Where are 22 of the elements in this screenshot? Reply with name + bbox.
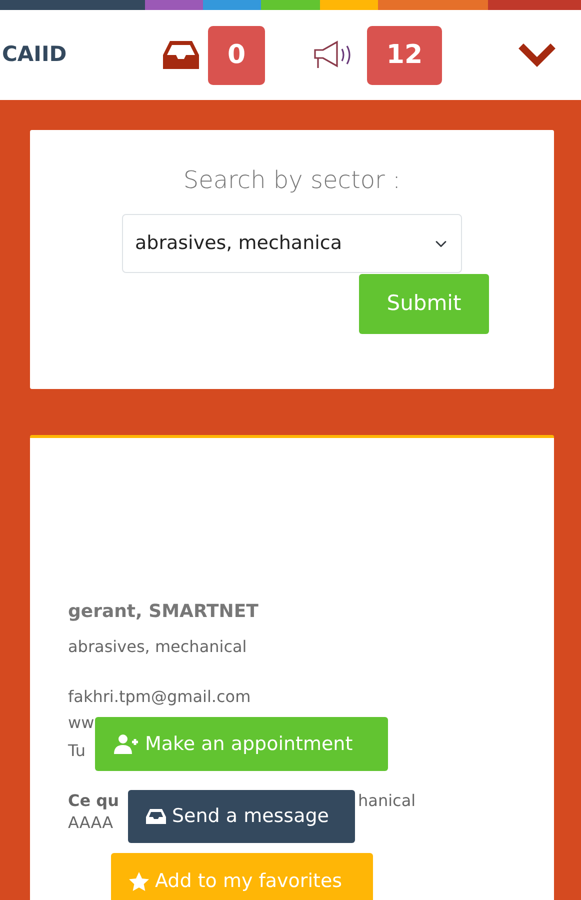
country-text: Tu xyxy=(68,741,86,760)
profile-name: gerant, SMARTNET xyxy=(68,600,260,624)
favorite-button[interactable]: Add to my favorites xyxy=(111,853,373,900)
star-icon xyxy=(129,872,149,890)
appointment-button[interactable]: Make an appointment xyxy=(95,717,388,771)
question-text: Ce qu xyxy=(68,791,120,810)
email-text: fakhri.tpm@gmail.com xyxy=(68,687,251,706)
message-button[interactable]: Send a message xyxy=(128,790,355,843)
answer-text: hanical xyxy=(358,790,416,812)
inbox-icon xyxy=(146,808,166,825)
answer-text: AAAA xyxy=(68,813,114,832)
user-plus-icon xyxy=(113,734,139,754)
inbox-icon[interactable] xyxy=(162,39,200,71)
brand-name: CAIID xyxy=(2,41,68,68)
message-count-badge: 0 xyxy=(208,26,265,84)
website-text: ww xyxy=(68,713,94,732)
profile-sector: abrasives, mechanical xyxy=(68,636,248,658)
submit-button[interactable]: Submit xyxy=(359,274,489,334)
notification-count-badge: 12 xyxy=(367,26,442,84)
search-label: Search by sector : xyxy=(182,165,402,196)
chevron-down-icon[interactable] xyxy=(517,42,557,68)
sector-select[interactable]: abrasives, mechanica xyxy=(122,214,462,273)
